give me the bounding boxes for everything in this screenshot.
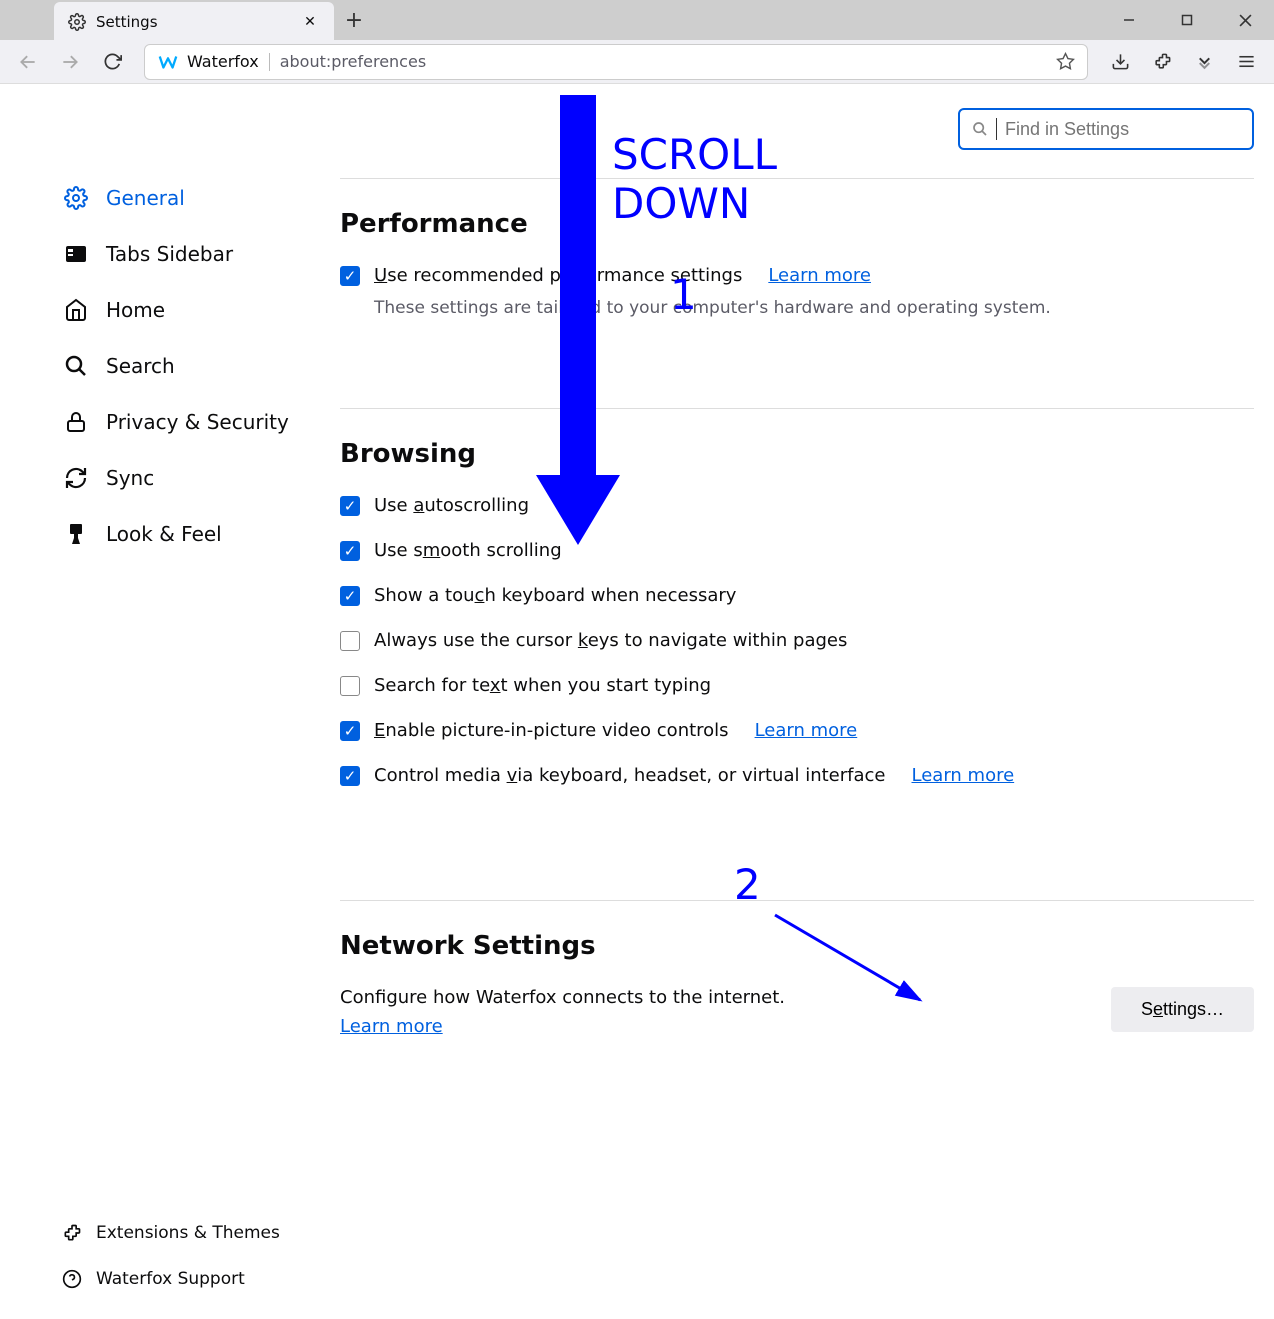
sidebar-item-search[interactable]: Search [54,342,340,390]
sidebar-label: Search [106,354,175,378]
sync-icon [64,466,88,490]
sidebar-label: Waterfox Support [96,1269,245,1289]
sidebar-item-privacy[interactable]: Privacy & Security [54,398,340,446]
sidebar-item-tabs-sidebar[interactable]: Tabs Sidebar [54,230,340,278]
learn-more-link[interactable]: Learn more [755,720,858,741]
network-desc: Configure how Waterfox connects to the i… [340,987,1111,1008]
url-brand: Waterfox [157,51,259,73]
section-title: Performance [340,209,1254,239]
sidebar-item-look-feel[interactable]: Look & Feel [54,510,340,558]
search-icon [64,354,88,378]
content-area: General Tabs Sidebar Home Search [0,84,1274,1319]
checkbox-label: Always use the cursor keys to navigate w… [374,630,847,651]
url-bar[interactable]: Waterfox about:preferences [144,44,1088,80]
search-settings-input[interactable] [1005,119,1240,140]
checkbox-media-keys[interactable] [340,766,360,786]
checkbox-label: Use recommended performance settings [374,265,742,286]
home-icon [64,298,88,322]
checkbox-label: Control media via keyboard, headset, or … [374,765,886,786]
learn-more-link[interactable]: Learn more [340,1016,443,1037]
sidebar-item-support[interactable]: Waterfox Support [54,1259,288,1299]
gear-icon [68,13,86,31]
network-section: Network Settings Configure how Waterfox … [340,900,1254,1087]
sidebar-item-extensions[interactable]: Extensions & Themes [54,1213,288,1253]
learn-more-link[interactable]: Learn more [912,765,1015,786]
checkbox-label: Enable picture-in-picture video controls [374,720,729,741]
reload-button[interactable] [94,44,130,80]
sidebar-item-home[interactable]: Home [54,286,340,334]
browser-toolbar: Waterfox about:preferences [0,40,1274,84]
settings-main[interactable]: Performance Use recommended performance … [340,84,1274,1319]
performance-section: Performance Use recommended performance … [340,178,1254,368]
gear-icon [64,186,88,210]
maximize-button[interactable] [1158,0,1216,40]
bookmark-star-icon[interactable] [1056,52,1075,71]
tab-title: Settings [96,13,290,31]
lock-icon [64,410,88,434]
network-settings-button[interactable]: Settings… [1111,987,1254,1032]
search-icon [972,121,988,137]
sidebar-label: Extensions & Themes [96,1223,280,1243]
settings-sidebar: General Tabs Sidebar Home Search [0,84,340,1319]
section-title: Browsing [340,439,1254,469]
url-text: about:preferences [280,52,1046,71]
paint-brush-icon [64,522,88,546]
browser-tab[interactable]: Settings ✕ [54,2,334,42]
app-menu-button[interactable] [1228,44,1264,80]
checkbox-pip[interactable] [340,721,360,741]
sidebar-label: Sync [106,466,154,490]
tab-close-button[interactable]: ✕ [300,12,320,32]
titlebar: Settings ✕ + [0,0,1274,40]
text-caret [996,118,997,140]
checkbox-smooth-scroll[interactable] [340,541,360,561]
browsing-section: Browsing Use autoscrolling Use smooth sc… [340,408,1254,860]
window-controls [1100,0,1274,40]
downloads-button[interactable] [1102,44,1138,80]
back-button[interactable] [10,44,46,80]
forward-button[interactable] [52,44,88,80]
checkbox-touch-keyboard[interactable] [340,586,360,606]
sidebar-item-sync[interactable]: Sync [54,454,340,502]
minimize-button[interactable] [1100,0,1158,40]
checkbox-label: Search for text when you start typing [374,675,711,696]
sidebar-label: Look & Feel [106,522,222,546]
sidebar-label: Home [106,298,165,322]
learn-more-link[interactable]: Learn more [768,265,871,286]
settings-search[interactable] [958,108,1254,150]
sidebar-label: General [106,186,185,210]
tabs-sidebar-icon [64,242,88,266]
sidebar-item-general[interactable]: General [54,174,340,222]
help-icon [62,1269,82,1289]
checkbox-cursor-keys[interactable] [340,631,360,651]
checkbox-label: Use smooth scrolling [374,540,562,561]
section-title: Network Settings [340,931,1254,961]
sidebar-label: Tabs Sidebar [106,242,233,266]
checkbox-autoscroll[interactable] [340,496,360,516]
puzzle-icon [62,1223,82,1243]
close-window-button[interactable] [1216,0,1274,40]
checkbox-search-typing[interactable] [340,676,360,696]
checkbox-label: Show a touch keyboard when necessary [374,585,736,606]
sidebar-label: Privacy & Security [106,410,289,434]
new-tab-button[interactable]: + [334,0,374,40]
waterfox-icon [157,51,179,73]
perf-subtext: These settings are tailored to your comp… [374,298,1254,318]
checkbox-label: Use autoscrolling [374,495,529,516]
extensions-button[interactable] [1144,44,1180,80]
checkbox-recommended-perf[interactable] [340,266,360,286]
overflow-button[interactable] [1186,44,1222,80]
